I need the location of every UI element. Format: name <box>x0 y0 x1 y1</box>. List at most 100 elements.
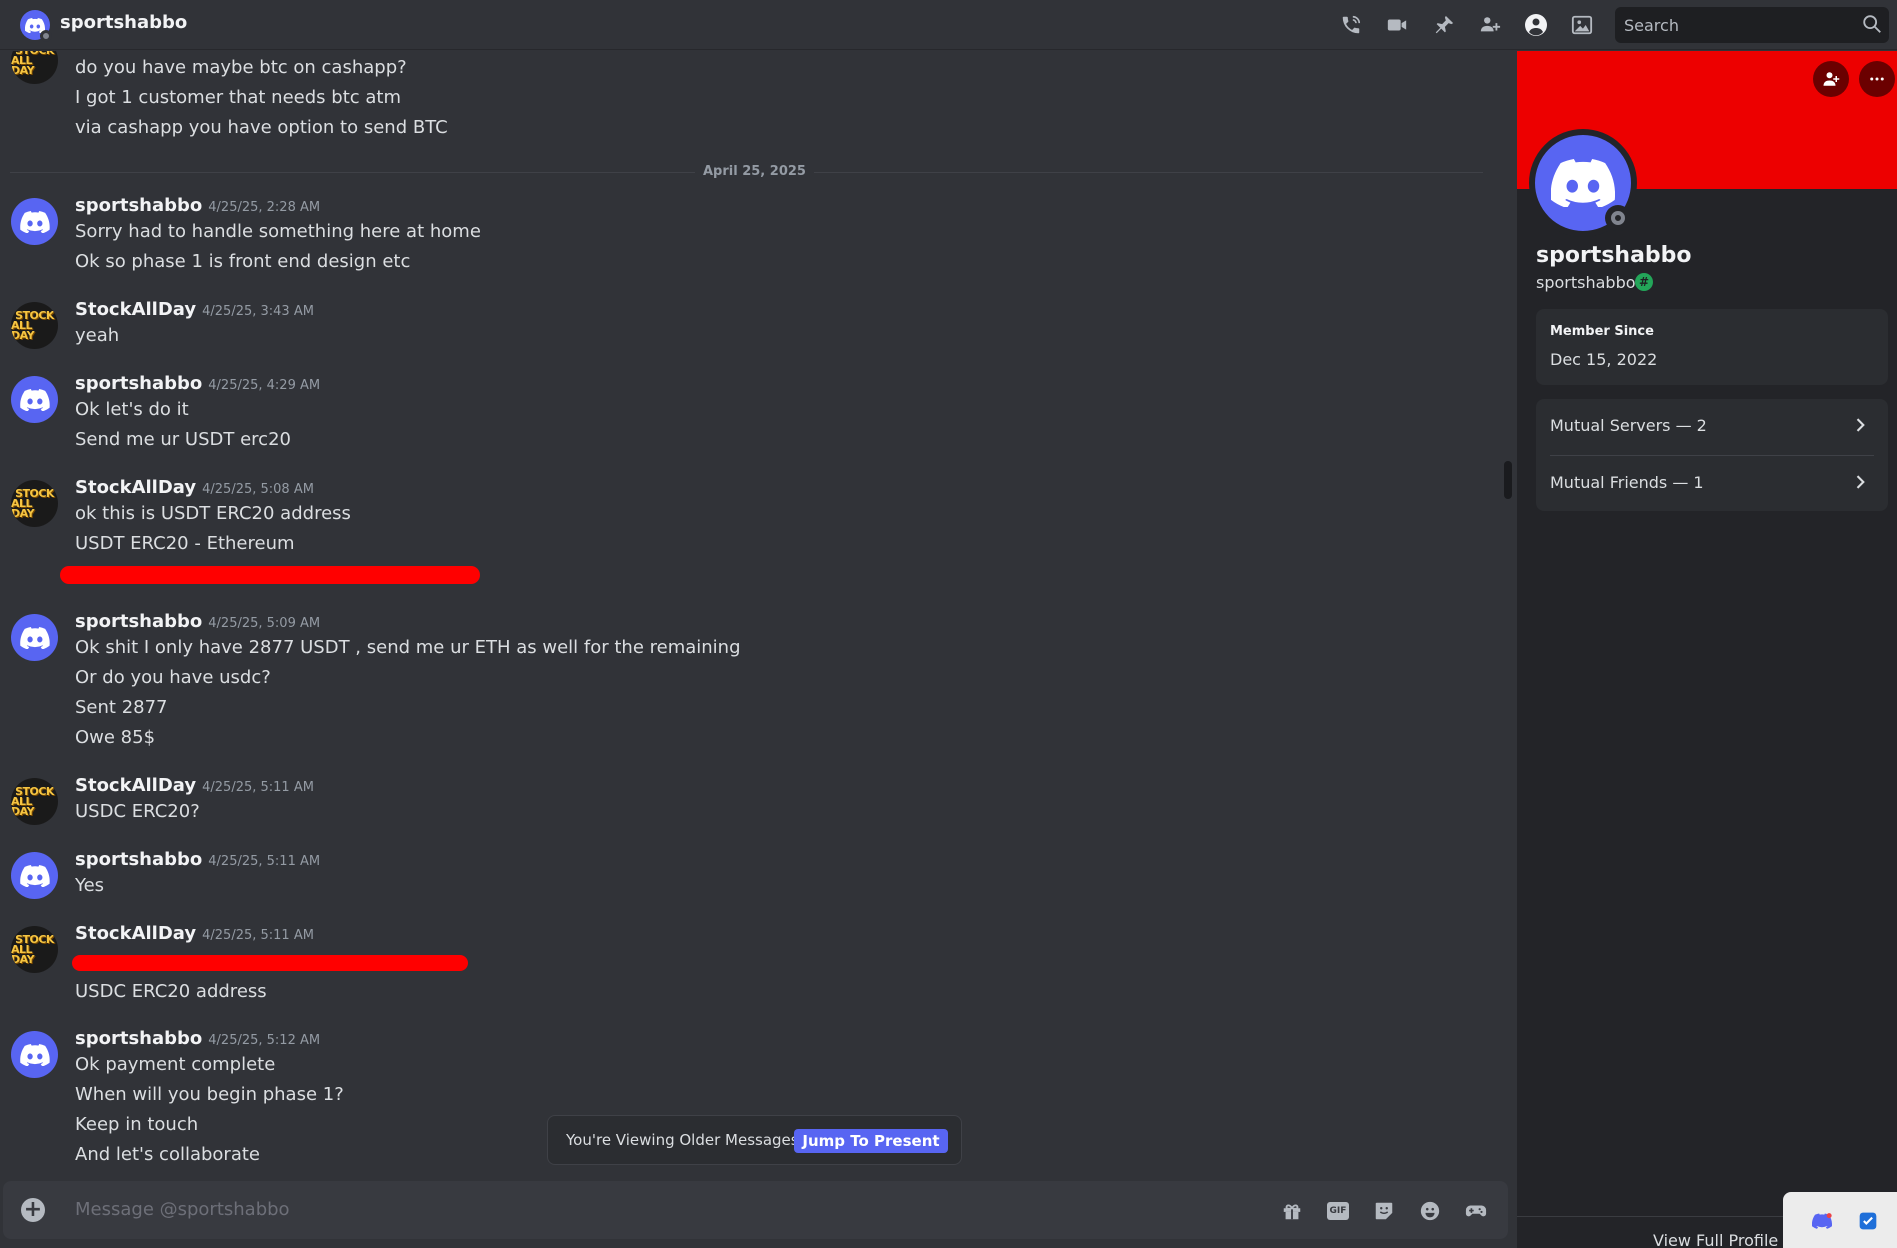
profile-username[interactable]: sportshabbo <box>1536 273 1636 292</box>
add-friends-icon[interactable] <box>1476 11 1504 39</box>
author-name[interactable]: sportshabbo <box>75 373 202 394</box>
view-full-profile-link[interactable]: View Full Profile <box>1653 1231 1778 1248</box>
message-author[interactable]: sportshabbo 4/25/25, 5:12 AM <box>75 1028 320 1049</box>
message-author[interactable]: sportshabbo 4/25/25, 2:28 AM <box>75 195 320 216</box>
message-line: USDT ERC20 - Ethereum <box>75 533 295 554</box>
message-timestamp: 4/25/25, 5:12 AM <box>208 1033 321 1048</box>
message-timestamp: 4/25/25, 5:08 AM <box>202 482 314 497</box>
status-indicator <box>40 30 52 42</box>
message-line: Yes <box>75 875 105 896</box>
author-name[interactable]: sportshabbo <box>75 849 202 870</box>
discord-logo-icon <box>1551 159 1615 207</box>
avatar-sportshabbo[interactable] <box>11 376 58 423</box>
pin-icon[interactable] <box>1430 11 1458 39</box>
author-name[interactable]: sportshabbo <box>75 1028 202 1049</box>
avatar-text-line: ALL DAY <box>11 318 35 342</box>
video-call-icon[interactable] <box>1383 11 1411 39</box>
author-name[interactable]: sportshabbo <box>75 195 202 216</box>
avatar-sportshabbo[interactable] <box>11 1031 58 1078</box>
user-profile-panel: sportshabbo sportshabbo # Member Since D… <box>1517 51 1897 1248</box>
redaction-mark <box>72 955 468 971</box>
more-options-icon[interactable] <box>1859 61 1895 97</box>
author-name[interactable]: StockAllDay <box>75 923 196 944</box>
avatar-sportshabbo[interactable] <box>11 852 58 899</box>
discord-tray-icon[interactable] <box>1811 1210 1833 1232</box>
message-timestamp: 4/25/25, 3:43 AM <box>202 304 314 319</box>
avatar-sportshabbo[interactable] <box>11 614 58 661</box>
message-author[interactable]: StockAllDay 4/25/25, 5:08 AM <box>75 477 314 498</box>
add-attachment-icon[interactable]: + <box>21 1198 45 1222</box>
message-line: Sorry had to handle something here at ho… <box>75 221 481 242</box>
mutual-servers-row[interactable]: Mutual Servers — 2 <box>1536 399 1888 455</box>
date-divider-label: April 25, 2025 <box>695 164 814 179</box>
sticker-icon[interactable] <box>1371 1198 1397 1224</box>
message-author[interactable]: sportshabbo 4/25/25, 5:11 AM <box>75 849 320 870</box>
message-line: do you have maybe btc on cashapp? <box>75 57 407 78</box>
message-line: USDC ERC20? <box>75 801 200 822</box>
gift-icon[interactable] <box>1279 1198 1305 1224</box>
badge-icon[interactable]: # <box>1635 273 1653 291</box>
top-bar: sportshabbo Search <box>0 0 1897 50</box>
app-tray-icon[interactable] <box>1857 1210 1879 1232</box>
avatar-stockallday[interactable]: STOCK ALL DAY <box>11 480 58 527</box>
dm-avatar[interactable] <box>20 10 52 42</box>
message-list[interactable]: STOCK ALL DAY do you have maybe btc on c… <box>0 51 1516 1181</box>
avatar-text-line: ALL DAY <box>11 53 35 77</box>
discord-logo-icon <box>19 1043 50 1066</box>
member-since-label: Member Since <box>1550 324 1654 339</box>
message-author[interactable]: sportshabbo 4/25/25, 4:29 AM <box>75 373 320 394</box>
member-since-card: Member Since Dec 15, 2022 <box>1536 309 1888 385</box>
avatar-text-line: ALL DAY <box>11 496 35 520</box>
activities-icon[interactable] <box>1463 1198 1489 1224</box>
scrollbar-thumb[interactable] <box>1504 461 1512 499</box>
search-placeholder: Search <box>1624 16 1679 35</box>
avatar-stockallday[interactable]: STOCK ALL DAY <box>11 926 58 973</box>
search-input[interactable]: Search <box>1615 7 1889 43</box>
avatar-stockallday[interactable]: STOCK ALL DAY <box>11 778 58 825</box>
author-name[interactable]: sportshabbo <box>75 611 202 632</box>
phone-call-icon[interactable] <box>1337 11 1365 39</box>
message-timestamp: 4/25/25, 5:11 AM <box>202 780 314 795</box>
media-icon[interactable] <box>1568 11 1596 39</box>
mutuals-card: Mutual Servers — 2 Mutual Friends — 1 <box>1536 399 1888 511</box>
message-line: Send me ur USDT erc20 <box>75 429 291 450</box>
message-timestamp: 4/25/25, 4:29 AM <box>208 378 321 393</box>
profile-avatar[interactable] <box>1529 129 1637 237</box>
message-timestamp: 4/25/25, 5:09 AM <box>208 616 321 631</box>
message-line: Ok so phase 1 is front end design etc <box>75 251 411 272</box>
message-timestamp: 4/25/25, 5:11 AM <box>208 854 321 869</box>
discord-logo-icon <box>19 210 50 233</box>
author-name[interactable]: StockAllDay <box>75 775 196 796</box>
message-line: When will you begin phase 1? <box>75 1084 344 1105</box>
avatar-stockallday[interactable]: STOCK ALL DAY <box>11 302 58 349</box>
message-composer[interactable]: + Message @sportshabbo GIF <box>3 1181 1508 1239</box>
add-friend-icon[interactable] <box>1813 61 1849 97</box>
message-line: yeah <box>75 325 120 346</box>
emoji-icon[interactable] <box>1417 1198 1443 1224</box>
search-icon <box>1861 13 1883 39</box>
message-line: via cashapp you have option to send BTC <box>75 117 448 138</box>
author-name[interactable]: StockAllDay <box>75 299 196 320</box>
user-profile-icon[interactable] <box>1522 11 1550 39</box>
message-author[interactable]: StockAllDay 4/25/25, 3:43 AM <box>75 299 314 320</box>
discord-logo-icon <box>19 864 50 887</box>
message-author[interactable]: StockAllDay 4/25/25, 5:11 AM <box>75 923 314 944</box>
offline-status-icon <box>1605 205 1631 231</box>
discord-logo-icon <box>19 626 50 649</box>
avatar-text-line: ALL DAY <box>11 794 35 818</box>
message-author[interactable]: sportshabbo 4/25/25, 5:09 AM <box>75 611 320 632</box>
message-line: Ok shit I only have 2877 USDT , send me … <box>75 637 741 658</box>
avatar-stockallday[interactable]: STOCK ALL DAY <box>11 51 58 84</box>
message-line: And let's collaborate <box>75 1144 260 1165</box>
mutual-servers-label: Mutual Servers — 2 <box>1550 416 1707 435</box>
mutual-friends-row[interactable]: Mutual Friends — 1 <box>1536 456 1888 512</box>
message-input-placeholder[interactable]: Message @sportshabbo <box>75 1199 290 1220</box>
avatar-sportshabbo[interactable] <box>11 198 58 245</box>
message-line: ok this is USDT ERC20 address <box>75 503 351 524</box>
message-author[interactable]: StockAllDay 4/25/25, 5:11 AM <box>75 775 314 796</box>
author-name[interactable]: StockAllDay <box>75 477 196 498</box>
jump-to-present-button[interactable]: Jump To Present <box>794 1129 948 1153</box>
member-since-value: Dec 15, 2022 <box>1550 350 1658 369</box>
message-timestamp: 4/25/25, 5:11 AM <box>202 928 314 943</box>
gif-icon[interactable]: GIF <box>1325 1198 1351 1224</box>
